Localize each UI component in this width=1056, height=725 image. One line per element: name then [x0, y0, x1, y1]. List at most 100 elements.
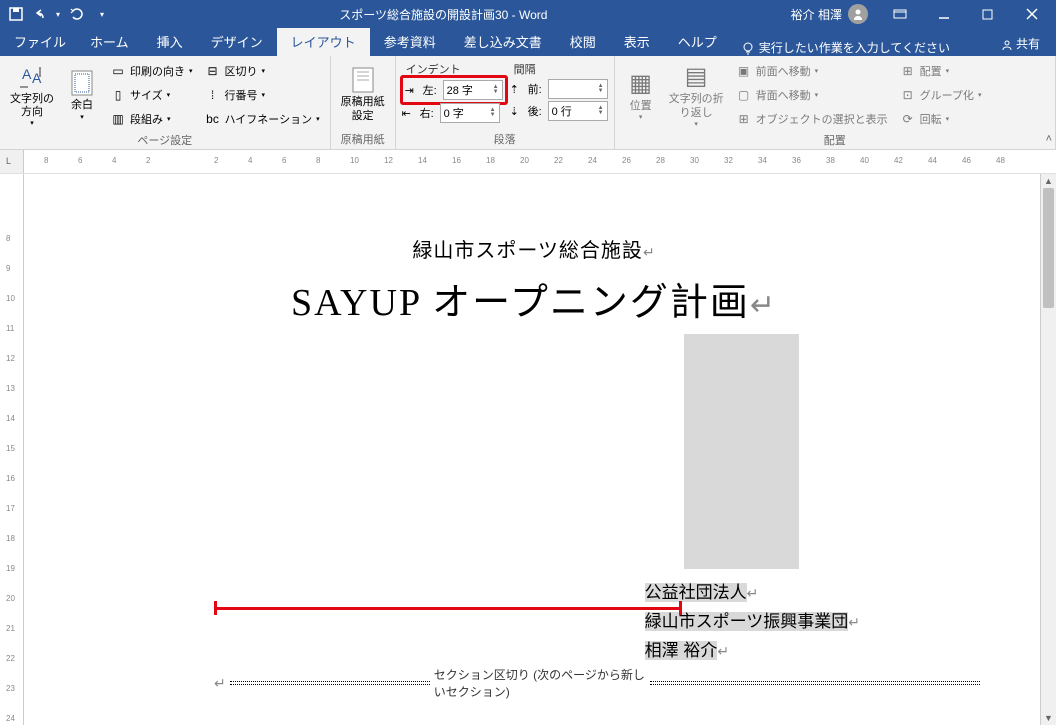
undo-icon[interactable]: [32, 6, 48, 22]
maximize-button[interactable]: [968, 0, 1008, 28]
user-badge[interactable]: 裕介 相澤: [783, 4, 876, 24]
spacing-label: 間隔: [510, 60, 608, 78]
share-button[interactable]: 共有: [989, 31, 1052, 56]
send-backward-icon: ▢: [736, 87, 752, 103]
tab-references[interactable]: 参考資料: [370, 27, 450, 56]
document-area: 89101112131415161718192021222324 緑山市スポーツ…: [0, 174, 1056, 725]
vertical-scrollbar[interactable]: ▲ ▼: [1040, 174, 1056, 725]
margins-icon: [70, 69, 94, 97]
orientation-icon: ▭: [110, 63, 126, 79]
manuscript-icon: [351, 66, 375, 94]
group-arrange: ▦ 位置 ▾ ▤ 文字列の折 り返し ▾ ▣前面へ移動 ▾ ▢背面へ移動 ▾ ⊞…: [615, 56, 1056, 149]
columns-icon: ▥: [110, 111, 126, 127]
minimize-button[interactable]: [924, 0, 964, 28]
tab-layout[interactable]: レイアウト: [277, 27, 370, 56]
save-icon[interactable]: [8, 6, 24, 22]
org-line-1: 公益社団法人: [645, 583, 747, 602]
tab-design[interactable]: デザイン: [197, 27, 277, 56]
hyphenation-button[interactable]: bcハイフネーション ▾: [201, 108, 324, 130]
breaks-icon: ⊟: [205, 63, 221, 79]
doc-subtitle: 緑山市スポーツ総合施設↵: [124, 234, 944, 263]
org-line-2: 緑山市スポーツ振興事業団: [645, 612, 849, 631]
indent-right-row: ⇤ 右: 0 字 ▲▼: [402, 102, 506, 124]
text-wrap-button[interactable]: ▤ 文字列の折 り返し ▾: [665, 60, 728, 130]
orientation-button[interactable]: ▭印刷の向き ▾: [106, 60, 197, 82]
margins-button[interactable]: 余白 ▾: [62, 60, 102, 130]
redo-icon[interactable]: [68, 6, 84, 22]
user-name: 裕介 相澤: [791, 6, 842, 23]
bulb-icon: [741, 41, 755, 55]
tab-file[interactable]: ファイル: [4, 27, 76, 56]
breaks-button[interactable]: ⊟区切り ▾: [201, 60, 324, 82]
size-button[interactable]: ▯サイズ ▾: [106, 84, 197, 106]
scroll-down-icon[interactable]: ▼: [1041, 711, 1056, 725]
tab-view[interactable]: 表示: [610, 27, 664, 56]
selection-pane-button[interactable]: ⊞オブジェクトの選択と表示: [732, 108, 892, 130]
avatar-icon: [848, 4, 868, 24]
ribbon-display-options[interactable]: [880, 0, 920, 28]
indent-right-input[interactable]: 0 字 ▲▼: [440, 103, 500, 123]
group-paragraph: インデント ⇥ 左: 28 字 ▲▼ ⇤ 右: 0 字: [396, 56, 615, 149]
collapse-ribbon-icon[interactable]: ˄: [1046, 133, 1052, 145]
svg-text:A: A: [22, 66, 32, 82]
ruler-corner: L: [0, 150, 24, 173]
text-direction-icon: AA: [18, 63, 46, 91]
spacing-before-row: ⇡ 前: ▲▼: [510, 78, 608, 100]
selection-highlight: [684, 334, 799, 569]
title-bar: ▾ ▾ スポーツ総合施設の開設計画30 - Word 裕介 相澤: [0, 0, 1056, 28]
align-button[interactable]: ⊞配置 ▾: [896, 60, 986, 82]
paragraph-mark: ↵: [750, 289, 777, 322]
manuscript-label: 原稿用紙: [337, 129, 389, 147]
align-icon: ⊞: [900, 63, 916, 79]
indent-left-input[interactable]: 28 字 ▲▼: [443, 80, 503, 100]
wrap-icon: ▤: [685, 62, 708, 91]
section-break-label: セクション区切り (次のページから新しいセクション): [434, 666, 646, 700]
space-after-icon: ⇣: [510, 105, 526, 118]
group-manuscript: 原稿用紙 設定 原稿用紙: [331, 56, 396, 149]
hyphenation-icon: bc: [205, 111, 221, 127]
ruler-area: L 86422468101214161820222426283032343638…: [0, 150, 1056, 174]
tab-help[interactable]: ヘルプ: [664, 27, 731, 56]
vertical-ruler[interactable]: 89101112131415161718192021222324: [0, 174, 24, 725]
tab-home[interactable]: ホーム: [76, 27, 143, 56]
close-button[interactable]: [1012, 0, 1052, 28]
line-numbers-button[interactable]: ⁞行番号 ▾: [201, 84, 324, 106]
indent-left-row: ⇥ 左: 28 字 ▲▼: [405, 79, 503, 101]
line-numbers-icon: ⁞: [205, 87, 221, 103]
doc-title: SAYUP オープニング計画↵: [124, 271, 944, 326]
tab-insert[interactable]: 挿入: [143, 27, 197, 56]
tab-review[interactable]: 校閲: [556, 27, 610, 56]
document-content: 緑山市スポーツ総合施設↵ SAYUP オープニング計画↵: [124, 234, 944, 326]
page-setup-label: ページ設定: [6, 130, 324, 148]
ribbon-layout: AA 文字列の 方向 ▾ 余白 ▾ ▭印刷の向き ▾ ▯サイズ ▾ ▥段組み ▾…: [0, 56, 1056, 150]
paragraph-label: 段落: [402, 129, 608, 147]
author-line: 相澤 裕介: [645, 641, 718, 660]
manuscript-button[interactable]: 原稿用紙 設定: [337, 60, 389, 129]
indent-left-icon: ⇥: [405, 84, 421, 97]
send-backward-button[interactable]: ▢背面へ移動 ▾: [732, 84, 892, 106]
spacing-after-input[interactable]: 0 行 ▲▼: [548, 101, 608, 121]
text-direction-button[interactable]: AA 文字列の 方向 ▾: [6, 60, 58, 130]
spacing-before-input[interactable]: ▲▼: [548, 79, 608, 99]
ribbon-tabs: ファイル ホーム 挿入 デザイン レイアウト 参考資料 差し込み文書 校閲 表示…: [0, 28, 1056, 56]
spacing-after-row: ⇣ 後: 0 行 ▲▼: [510, 100, 608, 122]
columns-button[interactable]: ▥段組み ▾: [106, 108, 197, 130]
rotate-button[interactable]: ⟳回転 ▾: [896, 108, 986, 130]
position-button[interactable]: ▦ 位置 ▾: [621, 60, 661, 130]
rotate-icon: ⟳: [900, 111, 916, 127]
scroll-up-icon[interactable]: ▲: [1041, 174, 1056, 188]
horizontal-ruler[interactable]: 8642246810121416182022242628303234363840…: [24, 150, 1056, 173]
position-icon: ▦: [629, 69, 652, 98]
group-page-setup: AA 文字列の 方向 ▾ 余白 ▾ ▭印刷の向き ▾ ▯サイズ ▾ ▥段組み ▾…: [0, 56, 331, 149]
tell-me-box[interactable]: 実行したい作業を入力してください: [731, 39, 989, 56]
paragraph-mark: ↵: [643, 246, 656, 261]
section-break-marker: ↵ セクション区切り (次のページから新しいセクション): [214, 666, 980, 700]
document-canvas[interactable]: 緑山市スポーツ総合施設↵ SAYUP オープニング計画↵ 公益社団法人 ↵ 緑山市…: [24, 174, 1040, 725]
page-size-icon: ▯: [110, 87, 126, 103]
group-button[interactable]: ⊡グループ化 ▾: [896, 84, 986, 106]
bring-forward-icon: ▣: [736, 63, 752, 79]
scroll-thumb[interactable]: [1043, 188, 1054, 308]
space-before-icon: ⇡: [510, 83, 526, 96]
tab-mailings[interactable]: 差し込み文書: [450, 27, 556, 56]
bring-forward-button[interactable]: ▣前面へ移動 ▾: [732, 60, 892, 82]
